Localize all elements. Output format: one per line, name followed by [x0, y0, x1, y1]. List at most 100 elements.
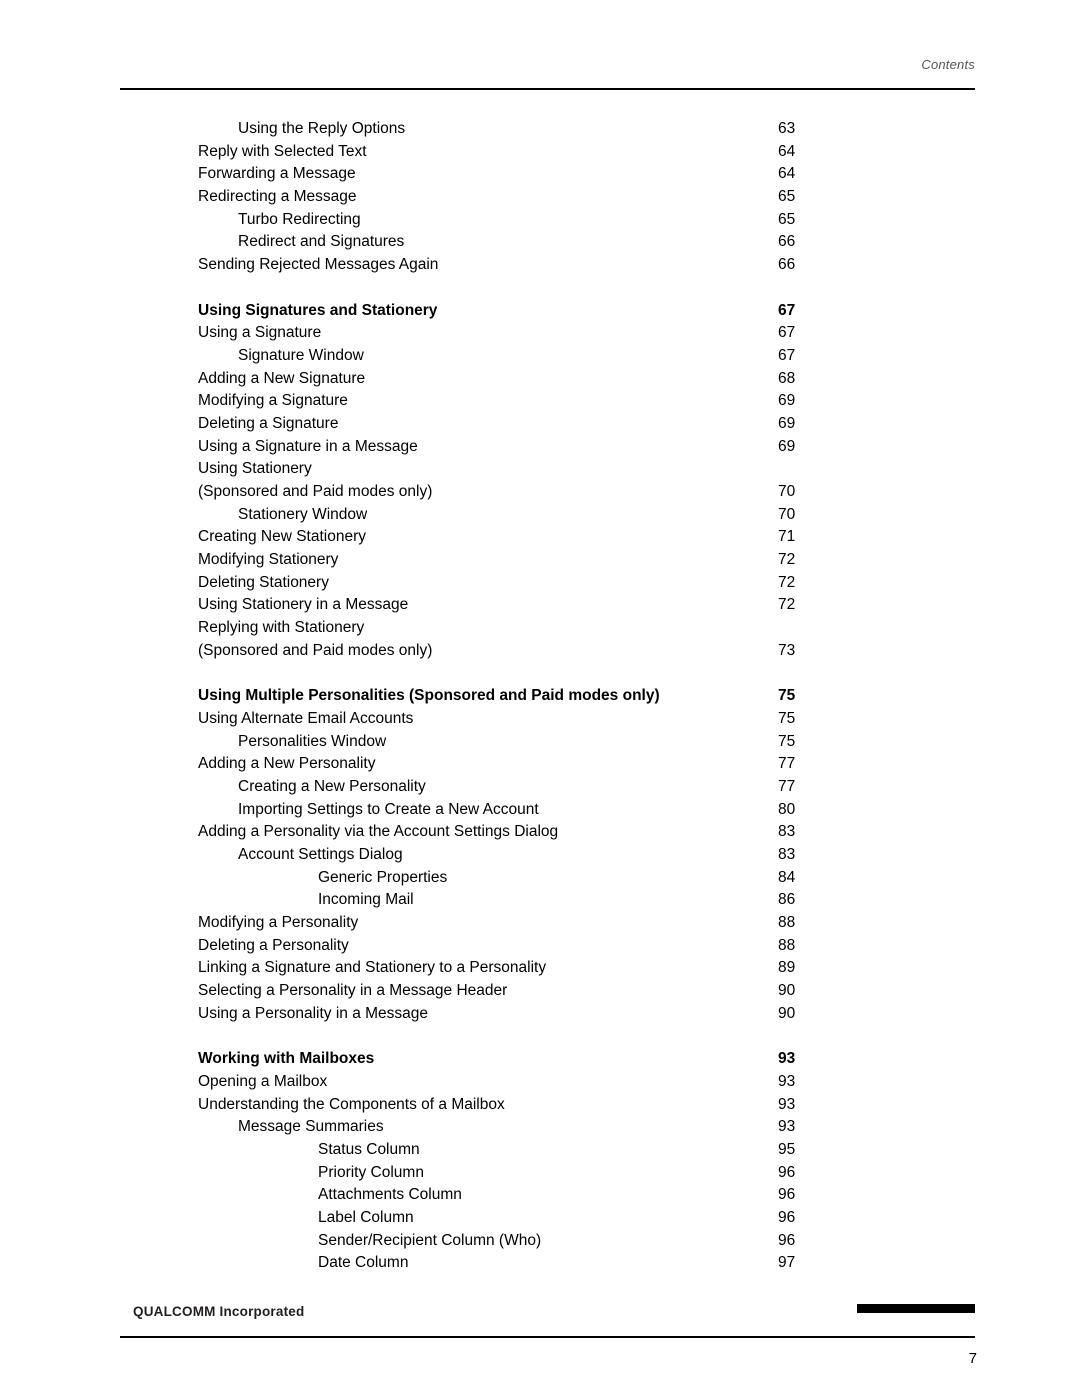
toc-entry-page: 89 — [778, 959, 796, 977]
toc-entry[interactable]: Label Column 96 — [120, 1207, 980, 1230]
toc-entry-page: 93 — [778, 1072, 796, 1090]
toc-entry-page: 67 — [778, 324, 796, 342]
toc-entry[interactable]: Using a Signature 67 — [120, 322, 980, 345]
toc-entry[interactable]: Adding a Personality via the Account Set… — [120, 821, 980, 844]
toc-entry-title: (Sponsored and Paid modes only) — [198, 641, 433, 659]
toc-entry[interactable]: Linking a Signature and Stationery to a … — [120, 957, 980, 980]
toc-entry-title: Using Signatures and Stationery — [198, 301, 438, 319]
toc-entry-page: 65 — [778, 188, 796, 206]
toc-entry[interactable]: Redirect and Signatures 66 — [120, 231, 980, 254]
toc-entry[interactable]: Reply with Selected Text 64 — [120, 141, 980, 164]
toc-entry-page: 88 — [778, 914, 796, 932]
toc-entry[interactable]: Using Multiple Personalities (Sponsored … — [120, 685, 980, 708]
toc-entry[interactable]: Using Signatures and Stationery 67 — [120, 300, 980, 323]
toc-entry[interactable]: Redirecting a Message 65 — [120, 186, 980, 209]
toc-entry[interactable]: Priority Column 96 — [120, 1162, 980, 1185]
toc-entry[interactable]: Incoming Mail 86 — [120, 889, 980, 912]
toc-entry[interactable]: Creating a New Personality 77 — [120, 776, 980, 799]
toc-entry-page: 69 — [778, 392, 796, 410]
toc-entry-title: Using Multiple Personalities (Sponsored … — [198, 687, 660, 705]
toc-entry[interactable]: Creating New Stationery 71 — [120, 526, 980, 549]
toc-entry-title: (Sponsored and Paid modes only) — [198, 483, 433, 500]
toc-entry[interactable]: Modifying a Personality 88 — [120, 912, 980, 935]
toc-entry[interactable]: Importing Settings to Create a New Accou… — [120, 799, 980, 822]
toc-entry-page: 96 — [778, 1186, 796, 1204]
toc-entry-page: 83 — [778, 846, 796, 863]
toc-gap — [120, 277, 980, 300]
toc-entry-page: 75 — [778, 732, 796, 750]
toc-entry[interactable]: Opening a Mailbox 93 — [120, 1071, 980, 1094]
toc-entry[interactable]: Date Column 97 — [120, 1252, 980, 1275]
toc-entry-title: Reply with Selected Text — [198, 142, 367, 160]
footer-divider — [120, 1336, 975, 1338]
toc-entry[interactable]: Personalities Window 75 — [120, 731, 980, 754]
toc-entry-page: 70 — [778, 505, 796, 523]
toc-entry[interactable]: Sending Rejected Messages Again 66 — [120, 254, 980, 277]
toc-entry-page: 77 — [778, 755, 796, 773]
toc-entry-page: 69 — [778, 437, 796, 455]
toc-entry-page: 72 — [778, 551, 796, 569]
toc-entry[interactable]: Deleting a Personality 88 — [120, 935, 980, 958]
toc-entry-title: Deleting a Personality — [198, 936, 349, 954]
toc-entry-title: Modifying a Signature — [198, 392, 348, 410]
toc-entry[interactable]: Signature Window 67 — [120, 345, 980, 368]
toc-entry-page: 68 — [778, 369, 796, 387]
toc-entry-title: Understanding the Components of a Mailbo… — [198, 1095, 505, 1113]
toc-entry-title: Account Settings Dialog — [238, 846, 403, 863]
toc-entry[interactable]: Using the Reply Options 63 — [120, 118, 980, 141]
toc-entry[interactable]: Stationery Window 70 — [120, 504, 980, 527]
toc-entry[interactable]: Deleting Stationery 72 — [120, 572, 980, 595]
toc-entry[interactable]: Attachments Column 96 — [120, 1184, 980, 1207]
toc-gap — [120, 1026, 980, 1049]
toc-entry[interactable]: Message Summaries 93 — [120, 1116, 980, 1139]
toc-entry-title: Deleting Stationery — [198, 573, 329, 591]
toc-entry[interactable]: Forwarding a Message 64 — [120, 163, 980, 186]
toc-entry-title: Deleting a Signature — [198, 414, 339, 432]
toc-entry[interactable]: Replying with Stationery — [120, 617, 980, 640]
toc-entry-page: 73 — [778, 641, 796, 659]
toc-entry[interactable]: Modifying Stationery 72 — [120, 549, 980, 572]
header-section-label: Contents — [921, 57, 975, 72]
toc-entry[interactable]: Deleting a Signature 69 — [120, 413, 980, 436]
toc-entry[interactable]: Using Stationery — [120, 458, 980, 481]
toc-entry[interactable]: Generic Properties 84 — [120, 867, 980, 890]
toc-entry-title: Importing Settings to Create a New Accou… — [238, 800, 539, 818]
toc-entry-page: 65 — [778, 210, 796, 228]
toc-entry-page: 67 — [778, 301, 796, 319]
toc-entry[interactable]: Understanding the Components of a Mailbo… — [120, 1094, 980, 1117]
toc-entry-page: 70 — [778, 483, 796, 500]
toc-entry-title: Label Column — [318, 1209, 414, 1226]
toc-entry-title: Modifying a Personality — [198, 914, 359, 932]
toc-entry[interactable]: Modifying a Signature 69 — [120, 390, 980, 413]
toc-entry[interactable]: Account Settings Dialog 83 — [120, 844, 980, 867]
toc-entry[interactable]: Using Stationery in a Message 72 — [120, 594, 980, 617]
toc-entry[interactable]: Sender/Recipient Column (Who) 96 — [120, 1230, 980, 1253]
toc-entry[interactable]: Status Column 95 — [120, 1139, 980, 1162]
toc-entry-title: Linking a Signature and Stationery to a … — [198, 959, 547, 977]
toc-entry-page: 88 — [778, 936, 796, 954]
toc-entry-title: Message Summaries — [238, 1118, 384, 1136]
toc-entry-page: 72 — [778, 596, 796, 614]
toc-entry[interactable]: Turbo Redirecting 65 — [120, 209, 980, 232]
toc-entry-title: Forwarding a Message — [198, 165, 356, 183]
toc-entry-title: Using a Personality in a Message — [198, 1004, 429, 1022]
toc-entry[interactable]: Using a Personality in a Message 90 — [120, 1003, 980, 1026]
toc-entry[interactable]: Selecting a Personality in a Message Hea… — [120, 980, 980, 1003]
toc-entry-page: 95 — [778, 1140, 796, 1158]
toc-entry-title: Redirect and Signatures — [238, 233, 405, 251]
toc-entry-page: 75 — [778, 687, 796, 705]
toc-entry[interactable]: Working with Mailboxes 93 — [120, 1048, 980, 1071]
toc-entry[interactable]: Using a Signature in a Message 69 — [120, 436, 980, 459]
toc-entry[interactable]: Adding a New Signature 68 — [120, 368, 980, 391]
toc-entry[interactable]: Using Alternate Email Accounts 75 — [120, 708, 980, 731]
toc-entry-title: Personalities Window — [238, 732, 387, 750]
toc-entry[interactable]: (Sponsored and Paid modes only) 73 — [120, 640, 980, 663]
toc-entry[interactable]: (Sponsored and Paid modes only) 70 — [120, 481, 980, 504]
toc-entry-title: Status Column — [318, 1140, 420, 1158]
toc-entry-title: Modifying Stationery — [198, 551, 339, 569]
toc-entry-page: 84 — [778, 868, 796, 886]
toc-entry-title: Sender/Recipient Column (Who) — [318, 1231, 542, 1249]
toc-entry-title: Creating a New Personality — [238, 777, 426, 795]
toc-entry-page: 90 — [778, 982, 796, 1000]
toc-entry[interactable]: Adding a New Personality 77 — [120, 753, 980, 776]
